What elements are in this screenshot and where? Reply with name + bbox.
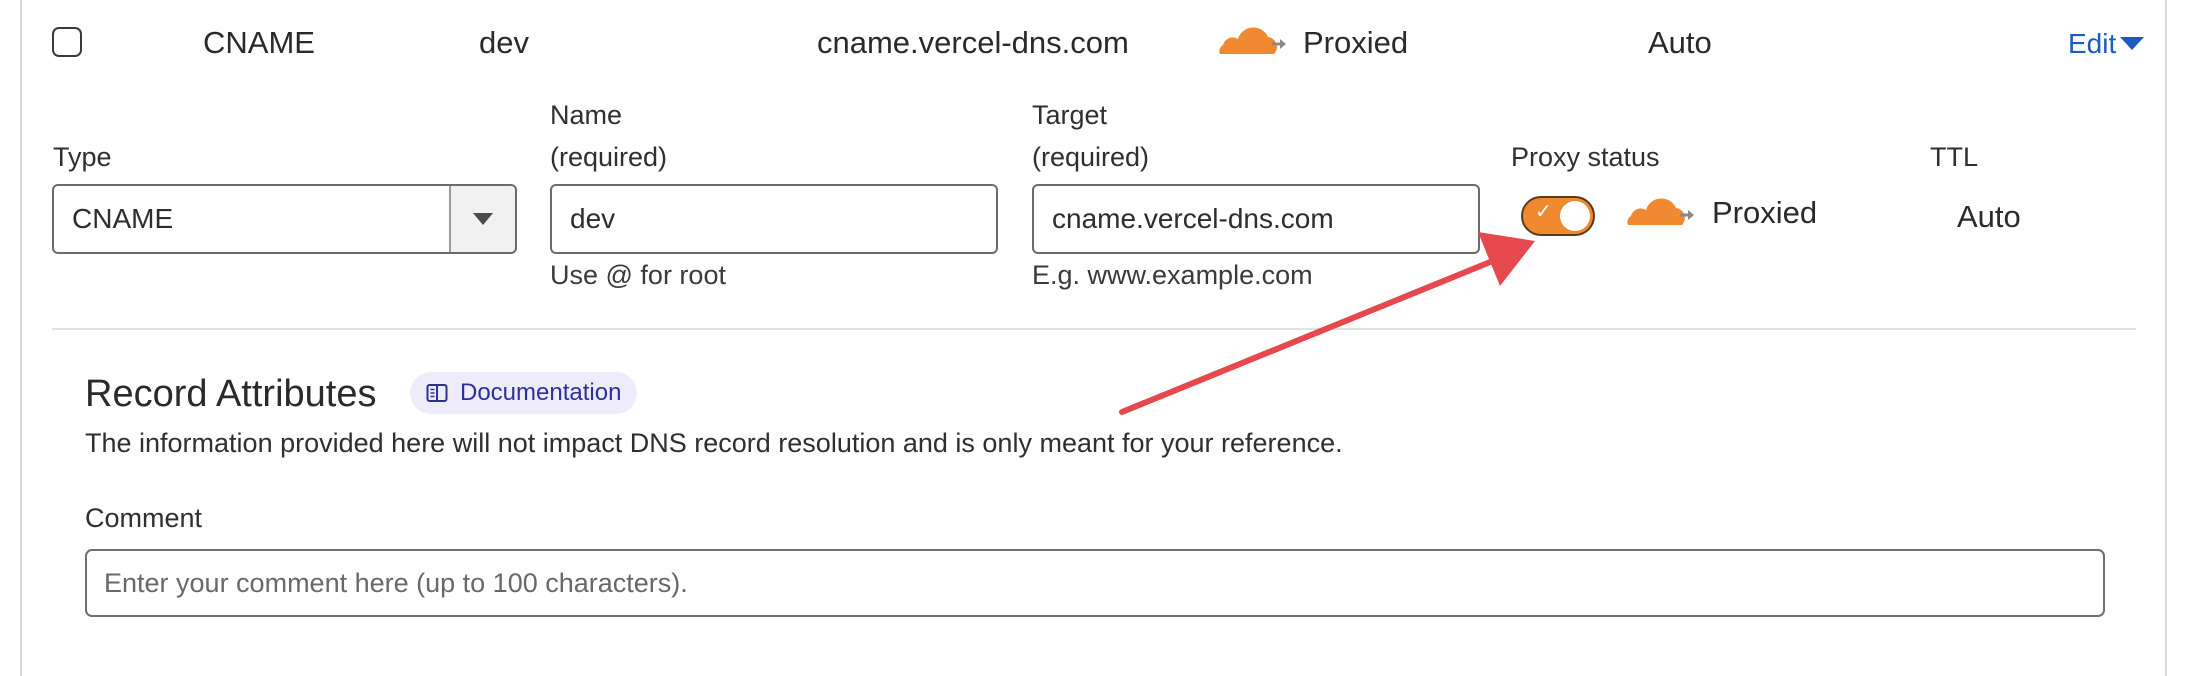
annotation-arrow-icon <box>1119 232 1535 415</box>
